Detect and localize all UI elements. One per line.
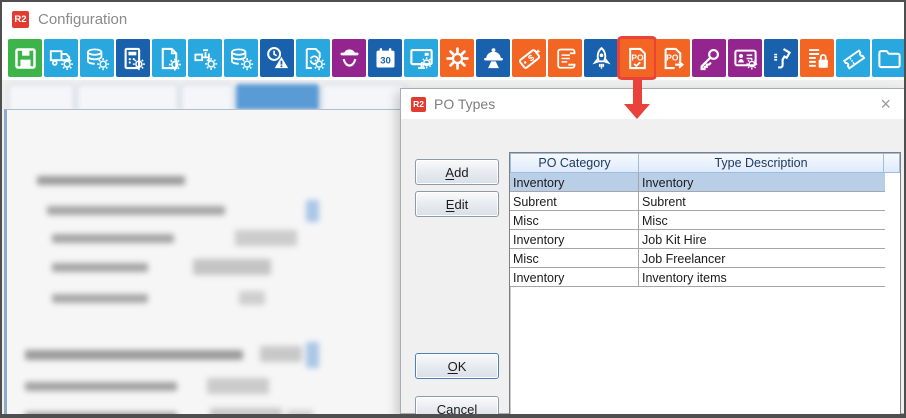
calendar-icon[interactable]: 30 <box>368 39 402 77</box>
table-body: Inventory Inventory Subrent Subrent Misc Misc… <box>510 173 900 287</box>
background-tab[interactable] <box>322 84 406 110</box>
add-button[interactable]: Add <box>415 159 499 185</box>
document-sync-settings-icon[interactable] <box>296 39 330 77</box>
key-icon[interactable] <box>692 39 726 77</box>
cell-po-category: Misc <box>510 249 639 267</box>
blurred-text-bar <box>193 259 271 275</box>
save-icon[interactable] <box>8 39 42 77</box>
cell-po-category: Subrent <box>510 192 639 210</box>
toolbar: 30 $ PO PO <box>2 36 904 119</box>
svg-text:30: 30 <box>380 55 391 66</box>
calculator-settings-icon[interactable] <box>116 39 150 77</box>
po-types-dialog: R2 PO Types × Add Edit OK Cancel PO Cate… <box>400 88 904 414</box>
blurred-text-bar <box>260 346 302 362</box>
blurred-text-bar <box>287 410 313 414</box>
cell-type-description: Subrent <box>642 194 686 209</box>
ok-button[interactable]: OK <box>415 353 499 379</box>
edit-button[interactable]: Edit <box>415 191 499 217</box>
column-header-po-category[interactable]: PO Category <box>510 153 639 173</box>
document-settings-icon[interactable] <box>152 39 186 77</box>
content-area: R2 PO Types × Add Edit OK Cancel PO Cate… <box>2 80 904 414</box>
column-header-filler <box>883 153 900 173</box>
cell-po-category: Inventory <box>510 173 639 191</box>
background-tab[interactable] <box>181 84 233 110</box>
cell-type-description: Job Kit Hire <box>642 232 707 247</box>
blurred-text-bar <box>25 350 243 360</box>
table-row[interactable]: Misc Job Freelancer <box>510 249 885 268</box>
table-row[interactable]: Inventory Inventory items <box>510 268 885 287</box>
table-row[interactable]: Subrent Subrent <box>510 192 885 211</box>
time-alert-icon[interactable] <box>260 39 294 77</box>
ticket-icon[interactable] <box>836 39 870 77</box>
svg-text:PO: PO <box>666 52 679 62</box>
close-icon[interactable]: × <box>876 95 895 113</box>
configuration-window: R2 Configuration 30 $ PO PO R2 PO Types × <box>0 0 906 418</box>
blurred-text-bar <box>306 200 319 222</box>
document-lock-icon[interactable] <box>800 39 834 77</box>
blurred-text-bar <box>210 408 282 414</box>
dialog-titlebar: R2 PO Types × <box>401 89 904 119</box>
cell-po-category: Misc <box>510 211 639 229</box>
rocket-icon[interactable] <box>584 39 618 77</box>
blurred-text-bar <box>235 230 297 246</box>
barcode-scanner-icon[interactable] <box>764 39 798 77</box>
table-header-row: PO Category Type Description <box>510 153 900 173</box>
folder-icon[interactable] <box>872 39 904 77</box>
window-title: Configuration <box>38 10 128 28</box>
settings-gear-icon[interactable] <box>440 39 474 77</box>
cell-po-category: Inventory <box>510 230 639 248</box>
background-tabstrip <box>8 84 406 110</box>
r2-logo-icon: R2 <box>12 10 29 28</box>
cancel-button[interactable]: Cancel <box>415 396 499 414</box>
workflow-settings-icon[interactable] <box>188 39 222 77</box>
display-settings-icon[interactable] <box>404 39 438 77</box>
po-types-icon[interactable]: PO <box>620 39 654 119</box>
blurred-text-bar <box>25 382 177 391</box>
price-tag-icon[interactable]: $ <box>512 39 546 77</box>
blurred-text-bar <box>239 291 265 305</box>
window-titlebar: R2 Configuration <box>2 2 904 36</box>
blurred-text-bar <box>52 263 148 272</box>
currency-settings-icon[interactable] <box>80 39 114 77</box>
blurred-text-bar <box>52 294 148 303</box>
database-settings-icon[interactable] <box>224 39 258 77</box>
cell-type-description: Misc <box>642 213 668 228</box>
blurred-text-bar <box>47 206 225 215</box>
background-tab[interactable] <box>77 84 178 110</box>
r2-logo-icon: R2 <box>411 96 426 112</box>
blurred-text-bar <box>207 378 269 394</box>
blurred-text-bar <box>37 176 185 185</box>
cell-type-description: Inventory items <box>642 270 727 285</box>
delivery-settings-icon[interactable] <box>44 39 78 77</box>
blurred-text-bar <box>306 342 319 368</box>
table-row[interactable]: Inventory Inventory <box>510 173 885 192</box>
blurred-text-bar <box>52 234 174 243</box>
dialog-body: Add Edit OK Cancel PO Category Type Descr… <box>401 119 904 414</box>
table-row[interactable]: Inventory Job Kit Hire <box>510 230 885 249</box>
catering-icon[interactable] <box>476 39 510 77</box>
cell-po-category: Inventory <box>510 268 639 286</box>
security-officer-icon[interactable] <box>332 39 366 77</box>
background-tab-active[interactable] <box>236 84 319 110</box>
po-send-icon[interactable]: PO <box>656 39 690 77</box>
svg-text:PO: PO <box>631 52 644 62</box>
po-types-table: PO Category Type Description Inventory Inv… <box>509 152 901 414</box>
background-tab[interactable] <box>8 84 74 110</box>
cell-type-description: Inventory <box>642 175 694 190</box>
id-badge-settings-icon[interactable] <box>728 39 762 77</box>
blurred-text-bar <box>25 412 177 414</box>
dialog-title: PO Types <box>434 96 496 112</box>
column-header-type-description[interactable]: Type Description <box>638 153 884 173</box>
invoice-scroll-icon[interactable] <box>548 39 582 77</box>
table-row[interactable]: Misc Misc <box>510 211 885 230</box>
cell-type-description: Job Freelancer <box>642 251 726 266</box>
